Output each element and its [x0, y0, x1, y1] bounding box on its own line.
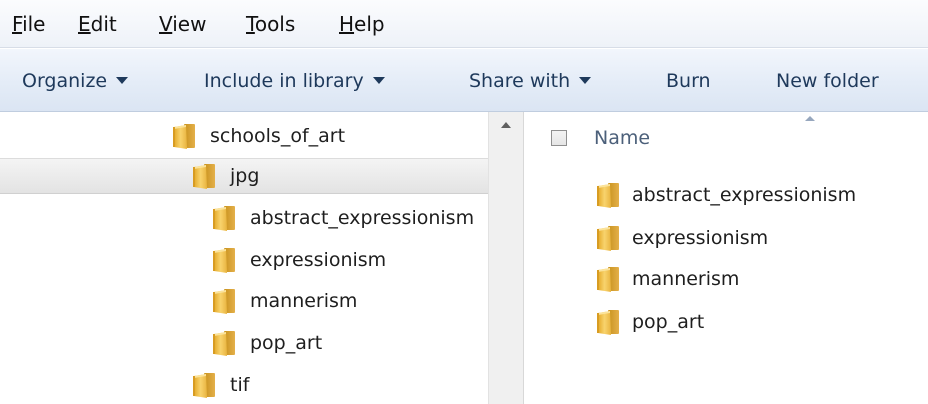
tree-item-label: mannerism — [250, 290, 358, 312]
tree-item-label: tif — [230, 374, 250, 396]
tree-item-expressionism[interactable]: expressionism — [210, 243, 488, 279]
folder-icon — [190, 371, 218, 399]
command-bar: Organize Include in library Share with B… — [0, 48, 928, 112]
menu-help-label: elp — [354, 12, 385, 36]
name-column-header[interactable]: Name — [594, 124, 650, 152]
scroll-up-arrow-icon[interactable] — [501, 122, 511, 128]
tree-item-pop-art[interactable]: pop_art — [210, 326, 488, 362]
tree-item-label: expressionism — [250, 249, 387, 271]
explorer-window: File Edit View Tools Help Organize Inclu… — [0, 0, 928, 404]
burn-button[interactable]: Burn — [666, 66, 711, 96]
tree-item-label: schools_of_art — [210, 125, 346, 147]
folder-icon — [594, 308, 622, 336]
new-folder-label: New folder — [776, 70, 879, 92]
folder-icon — [210, 246, 238, 274]
menu-file[interactable]: File — [12, 9, 45, 39]
menu-tools[interactable]: Tools — [246, 9, 295, 39]
menu-file-accel: F — [12, 12, 23, 36]
folder-icon — [170, 122, 198, 150]
share-with-button[interactable]: Share with — [469, 66, 592, 96]
tree-item-abstract-expressionism[interactable]: abstract_expressionism — [210, 201, 488, 237]
folder-icon — [210, 287, 238, 315]
menu-edit-accel: E — [78, 12, 91, 36]
menu-view[interactable]: View — [159, 9, 206, 39]
tree-item-mannerism[interactable]: mannerism — [210, 284, 488, 320]
tree-item-label: abstract_expressionism — [250, 207, 475, 229]
menu-edit-label: dit — [90, 12, 117, 36]
file-list-pane: Name abstract_expressionism expressionis… — [524, 112, 928, 404]
folder-icon — [210, 204, 238, 232]
tree-item-label: pop_art — [250, 332, 323, 354]
select-all-checkbox[interactable] — [551, 130, 567, 146]
organize-dropdown-icon — [116, 77, 129, 84]
column-header-row: Name — [524, 112, 928, 162]
menu-help[interactable]: Help — [339, 9, 385, 39]
menu-tools-label: ools — [254, 12, 296, 36]
menu-bar: File Edit View Tools Help — [0, 0, 928, 48]
organize-button[interactable]: Organize — [22, 66, 129, 96]
menu-edit[interactable]: Edit — [78, 9, 117, 39]
list-item-label: mannerism — [632, 268, 740, 290]
new-folder-button[interactable]: New folder — [776, 66, 879, 96]
list-item-label: expressionism — [632, 227, 769, 249]
list-item-label: abstract_expressionism — [632, 184, 857, 206]
folder-icon — [210, 329, 238, 357]
folder-icon — [594, 181, 622, 209]
menu-file-label: ile — [22, 12, 46, 36]
folder-icon — [594, 265, 622, 293]
tree-item-jpg[interactable]: jpg — [0, 158, 488, 194]
menu-view-accel: V — [159, 12, 173, 36]
include-in-library-button[interactable]: Include in library — [204, 66, 385, 96]
menu-help-accel: H — [339, 12, 355, 36]
tree-item-schools-of-art[interactable]: schools_of_art — [170, 119, 488, 155]
share-with-label: Share with — [469, 70, 571, 92]
tree-item-tif[interactable]: tif — [190, 368, 488, 404]
menu-tools-accel: T — [246, 12, 255, 36]
menu-view-label: iew — [172, 12, 207, 36]
burn-label: Burn — [666, 70, 711, 92]
list-item-label: pop_art — [632, 311, 705, 333]
organize-label: Organize — [22, 70, 108, 92]
sort-ascending-icon — [805, 116, 815, 121]
share-with-dropdown-icon — [579, 77, 592, 84]
folder-icon — [594, 224, 622, 252]
tree-item-label: jpg — [230, 165, 260, 187]
navigation-pane: schools_of_art jpg abstract_expressionis… — [0, 112, 488, 404]
include-in-library-label: Include in library — [204, 70, 364, 92]
navigation-scrollbar[interactable] — [488, 112, 524, 404]
include-in-library-dropdown-icon — [372, 77, 385, 84]
folder-icon — [190, 162, 218, 190]
